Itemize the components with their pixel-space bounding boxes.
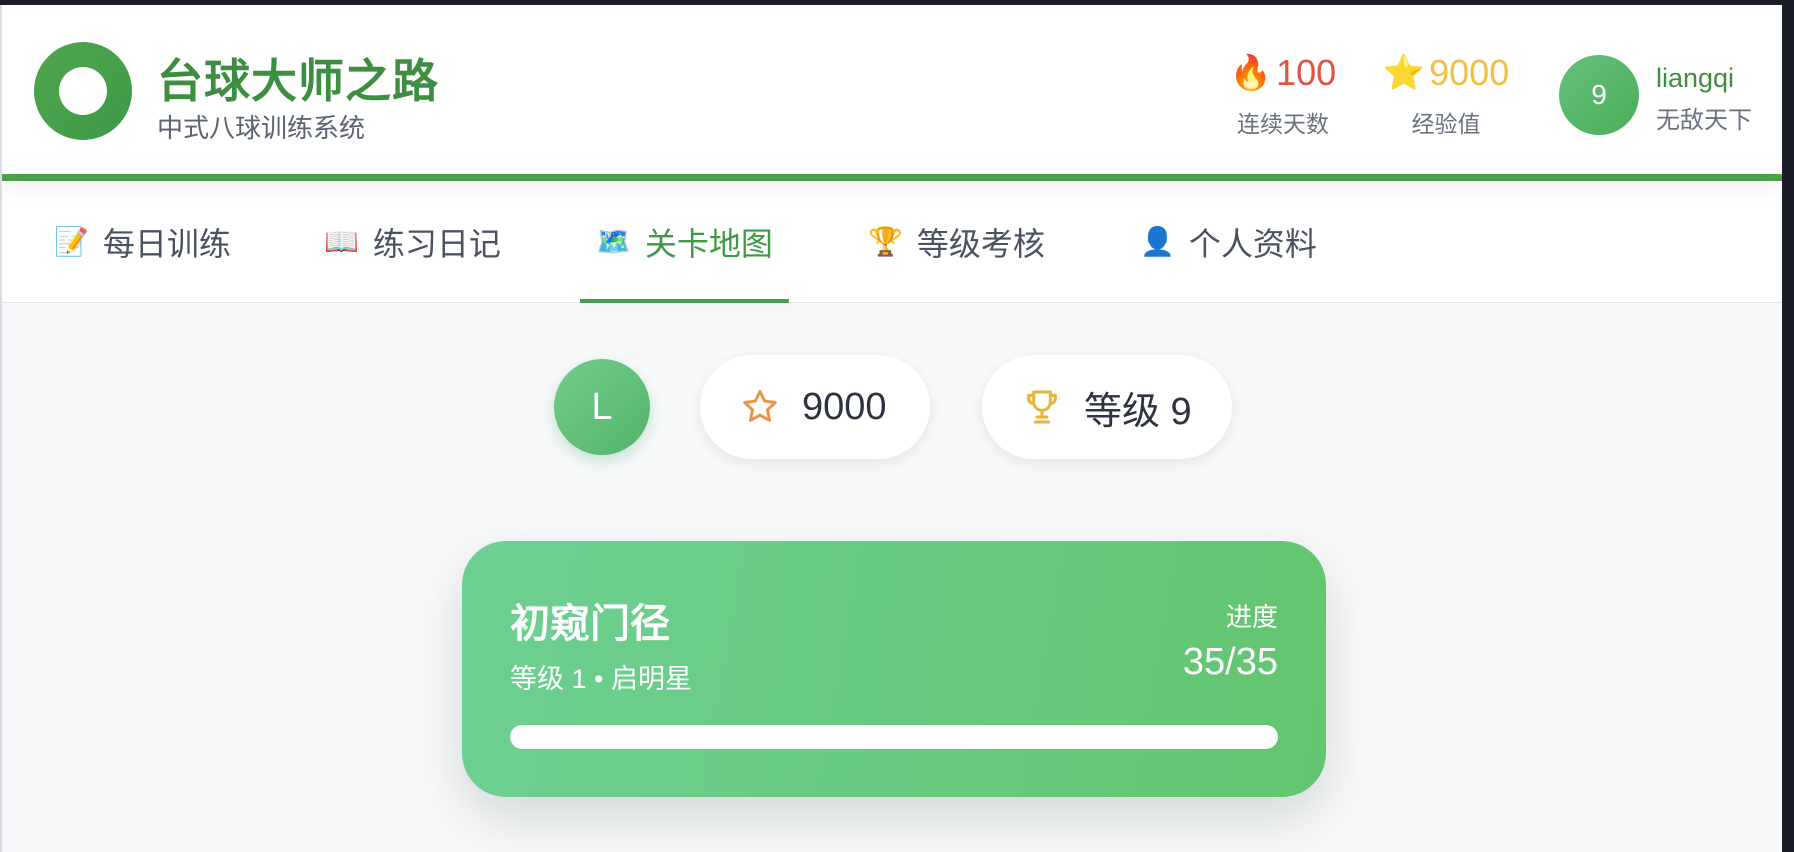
- tab-label: 个人资料: [1188, 225, 1317, 262]
- app-subtitle: 中式八球训练系统: [157, 113, 366, 143]
- memo-icon: 📝: [54, 226, 89, 257]
- level-title: 初窥门径: [510, 602, 670, 646]
- tab-level-map[interactable]: 🗺️ 关卡地图: [580, 181, 789, 303]
- user-name[interactable]: liangqi: [1656, 63, 1734, 94]
- xp-value: 9000: [802, 385, 887, 428]
- progress-fill: [510, 725, 1278, 749]
- level-pill: 等级 9: [982, 355, 1232, 459]
- progress-bar: [510, 725, 1278, 749]
- user-icon: 👤: [1140, 226, 1175, 257]
- tab-practice-diary[interactable]: 📖 练习日记: [324, 181, 501, 302]
- streak-value: 100: [1276, 52, 1337, 93]
- experience-label: 经验值: [1411, 111, 1481, 137]
- star-icon: ⭐: [1382, 54, 1426, 92]
- book-icon: 📖: [324, 226, 359, 257]
- level-subtitle: 等级 1 • 启明星: [510, 664, 692, 694]
- streak-stat: 🔥 100 连续天数: [1230, 53, 1336, 139]
- tab-label: 关卡地图: [644, 225, 773, 262]
- tab-label: 练习日记: [372, 225, 501, 262]
- tab-profile[interactable]: 👤 个人资料: [1140, 181, 1317, 302]
- map-icon: 🗺️: [596, 226, 631, 257]
- progress-value: 35/35: [1182, 641, 1278, 683]
- xp-pill: 9000: [700, 355, 930, 459]
- user-avatar[interactable]: 9: [1559, 55, 1639, 135]
- app-title: 台球大师之路: [157, 55, 439, 107]
- tab-level-exam[interactable]: 🏆 等级考核: [868, 181, 1045, 302]
- level-value: 等级 9: [1084, 390, 1192, 433]
- summary-row: L 9000 等级 9: [2, 353, 1782, 459]
- profile-avatar[interactable]: L: [554, 359, 650, 455]
- trophy-outline-icon: [1027, 390, 1057, 424]
- streak-label: 连续天数: [1237, 111, 1329, 137]
- tab-label: 每日训练: [102, 225, 231, 262]
- app-logo: [34, 42, 132, 140]
- tab-daily-training[interactable]: 📝 每日训练: [54, 181, 231, 302]
- app-window: 台球大师之路 中式八球训练系统 🔥 100 连续天数 ⭐ 9000 经验值 9 …: [0, 5, 1782, 852]
- star-outline-icon: [743, 389, 777, 422]
- user-title: 无敌天下: [1656, 107, 1752, 134]
- trophy-icon: 🏆: [868, 226, 903, 257]
- level-card[interactable]: 初窥门径 等级 1 • 启明星 进度 35/35: [462, 541, 1326, 797]
- experience-value: 9000: [1429, 52, 1510, 93]
- progress-label: 进度: [1225, 602, 1278, 632]
- experience-stat: ⭐ 9000 经验值: [1378, 53, 1514, 139]
- fire-icon: 🔥: [1229, 54, 1273, 92]
- tab-label: 等级考核: [916, 225, 1045, 262]
- app-header: 台球大师之路 中式八球训练系统 🔥 100 连续天数 ⭐ 9000 经验值 9 …: [2, 5, 1782, 181]
- main-nav: 📝 每日训练 📖 练习日记 🗺️ 关卡地图 🏆 等级考核 👤 个人资料: [2, 181, 1782, 303]
